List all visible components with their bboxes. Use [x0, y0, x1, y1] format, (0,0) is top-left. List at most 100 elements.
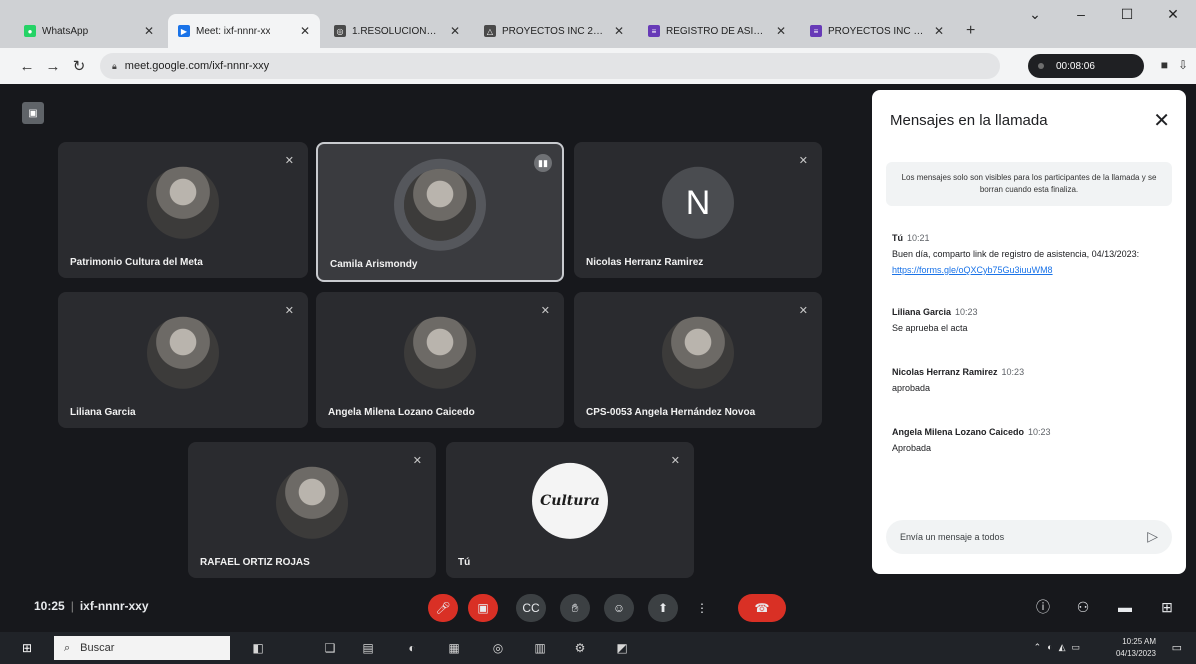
- system-clock[interactable]: 10:25 AM 04/13/2023: [1116, 636, 1156, 660]
- windows-taskbar: ⊞ ⌕ Buscar ◧ ❑ ▤ ◐ ▦ ◎ ▥ ⚙ ◩ ⌃◐◭▭ 10:25 …: [0, 632, 1196, 664]
- tab-resolucion[interactable]: ◎ 1.RESOLUCION_037-2 ✕: [324, 14, 470, 48]
- url-field[interactable]: 🔒︎ meet.google.com/ixf-nnnr-xxy: [100, 53, 1000, 79]
- address-bar: ← → ↻ 🔒︎ meet.google.com/ixf-nnnr-xxy 00…: [0, 48, 1196, 84]
- record-dot-icon: [1038, 63, 1044, 69]
- message-text: aprobada: [892, 383, 931, 393]
- close-icon[interactable]: ✕: [606, 24, 624, 38]
- back-icon[interactable]: ←: [14, 58, 40, 75]
- tab-proyectos-1[interactable]: △ PROYECTOS INC 2023 ✕: [474, 14, 634, 48]
- tab-label: PROYECTOS INC 2023: [828, 25, 926, 37]
- mic-off-icon: ✕: [412, 455, 422, 467]
- present-icon: ⬆: [657, 601, 669, 615]
- present-button[interactable]: ⬆: [648, 594, 678, 622]
- chevron-down-icon[interactable]: ⌄: [1012, 6, 1058, 23]
- meet-icon: ▶: [178, 25, 190, 37]
- captions-icon: CC: [522, 601, 540, 615]
- chat-icon[interactable]: ▬: [1114, 596, 1136, 618]
- notification-icon[interactable]: ▭: [1172, 641, 1182, 654]
- captions-button[interactable]: CC: [516, 594, 546, 622]
- message-time: 10:23: [1001, 367, 1025, 377]
- participant-tile[interactable]: ✕ RAFAEL ORTIZ ROJAS: [188, 442, 436, 578]
- settings-icon[interactable]: ⚙: [572, 640, 588, 656]
- tab-label: Meet: ixf-nnnr-xx: [196, 25, 271, 37]
- participant-name: Camila Arismondy: [330, 259, 418, 270]
- chrome-icon[interactable]: ◎: [490, 640, 506, 656]
- reload-icon[interactable]: ↻: [66, 57, 92, 75]
- app-icon[interactable]: ◩: [614, 640, 630, 656]
- close-icon[interactable]: ✕: [768, 24, 786, 38]
- mic-toggle-button[interactable]: 🎤︎: [428, 594, 458, 622]
- task-view-icon[interactable]: ❑: [322, 640, 338, 656]
- send-icon[interactable]: ▷: [1147, 528, 1158, 545]
- close-icon[interactable]: ✕: [1153, 108, 1170, 133]
- windows-start-icon[interactable]: ⊞: [22, 641, 36, 655]
- close-icon[interactable]: ✕: [136, 24, 154, 38]
- maximize-icon[interactable]: ☐: [1104, 6, 1150, 23]
- chat-notice: Los mensajes solo son visibles para los …: [886, 162, 1172, 206]
- avatar: [404, 316, 476, 389]
- system-tray-icons[interactable]: ⌃◐◭▭: [1034, 642, 1086, 653]
- mic-off-icon: ✕: [540, 305, 550, 317]
- participant-name: RAFAEL ORTIZ ROJAS: [200, 557, 310, 568]
- new-tab-button[interactable]: +: [958, 14, 983, 48]
- participant-tile[interactable]: ✕ N Nicolas Herranz Ramirez: [574, 142, 822, 278]
- widgets-icon[interactable]: ▤: [360, 640, 376, 656]
- participant-tile[interactable]: ✕ Angela Milena Lozano Caicedo: [316, 292, 564, 428]
- url-text: meet.google.com/ixf-nnnr-xxy: [124, 60, 270, 72]
- edge-icon[interactable]: ◐: [404, 640, 420, 656]
- participant-tile-speaking[interactable]: ▮▮ Camila Arismondy: [316, 142, 564, 282]
- chat-input[interactable]: Envía un mensaje a todos ▷: [886, 520, 1172, 554]
- clock-time: 10:25 AM: [1122, 637, 1156, 646]
- close-window-icon[interactable]: ✕: [1150, 6, 1196, 23]
- close-icon[interactable]: ✕: [442, 24, 460, 38]
- logo-text: Cultura: [540, 492, 600, 509]
- people-icon[interactable]: ⚇: [1072, 596, 1094, 618]
- download-icon[interactable]: ⇩: [1178, 58, 1188, 72]
- message-link[interactable]: https://forms.gle/oQXCyb75Gu3iuuWM8: [892, 265, 1053, 275]
- more-vert-icon: ⋮: [696, 601, 708, 615]
- participant-tile[interactable]: ✕ Liliana Garcia: [58, 292, 308, 428]
- avatar: [662, 316, 734, 389]
- tab-label: WhatsApp: [42, 25, 89, 37]
- people-photo-icon[interactable]: ◧: [250, 640, 266, 656]
- close-icon[interactable]: ✕: [292, 24, 310, 38]
- raise-hand-button[interactable]: ✋︎: [560, 594, 590, 622]
- participant-name: Nicolas Herranz Ramirez: [586, 257, 704, 268]
- tab-label: PROYECTOS INC 2023: [502, 25, 606, 37]
- participant-name: Liliana Garcia: [70, 407, 136, 418]
- participant-tile[interactable]: ✕ Patrimonio Cultura del Meta: [58, 142, 308, 278]
- forward-icon[interactable]: →: [40, 58, 66, 75]
- search-icon: ⌕: [64, 641, 71, 654]
- mic-off-icon: ✕: [284, 305, 294, 317]
- search-label: Buscar: [80, 642, 115, 654]
- timer-text: 00:08:06: [1056, 60, 1095, 72]
- taskbar-search[interactable]: ⌕ Buscar: [54, 636, 230, 660]
- camera-toggle-button[interactable]: ▣: [468, 594, 498, 622]
- reactions-button[interactable]: ☺: [604, 594, 634, 622]
- message-sender: Tú: [892, 233, 903, 243]
- participant-name: Tú: [458, 557, 471, 568]
- calendar-icon[interactable]: ▦: [446, 640, 462, 656]
- stop-icon[interactable]: ■: [1161, 58, 1168, 72]
- camera-off-icon: ▣: [477, 601, 489, 615]
- leave-call-button[interactable]: ☎︎: [738, 594, 786, 622]
- minimize-icon[interactable]: –: [1058, 6, 1104, 23]
- activities-icon[interactable]: ⊞: [1156, 596, 1178, 618]
- more-options-button[interactable]: ⋮: [692, 594, 712, 622]
- participant-name: CPS-0053 Angela Hernández Novoa: [586, 407, 756, 418]
- info-icon[interactable]: ⓘ: [1032, 596, 1054, 618]
- meeting-code: ixf-nnnr-xxy: [79, 599, 149, 613]
- close-icon[interactable]: ✕: [926, 24, 944, 38]
- avatar: [147, 166, 219, 239]
- tab-registro[interactable]: ≡ REGISTRO DE ASISTE ✕: [638, 14, 796, 48]
- files-icon[interactable]: ▥: [532, 640, 548, 656]
- chat-input-placeholder: Envía un mensaje a todos: [900, 532, 1005, 542]
- tab-whatsapp[interactable]: ● WhatsApp ✕: [14, 14, 164, 48]
- tab-meet[interactable]: ▶ Meet: ixf-nnnr-xx ✕: [168, 14, 320, 48]
- mic-off-icon: 🎤︎: [435, 601, 451, 615]
- meeting-details-icon[interactable]: ▣: [22, 102, 44, 124]
- screen: ● WhatsApp ✕ ▶ Meet: ixf-nnnr-xx ✕ ◎ 1.R…: [0, 0, 1196, 664]
- tab-proyectos-2[interactable]: ≡ PROYECTOS INC 2023 ✕: [800, 14, 954, 48]
- participant-tile[interactable]: ✕ CPS-0053 Angela Hernández Novoa: [574, 292, 822, 428]
- participant-tile-self[interactable]: ✕ Cultura Tú: [446, 442, 694, 578]
